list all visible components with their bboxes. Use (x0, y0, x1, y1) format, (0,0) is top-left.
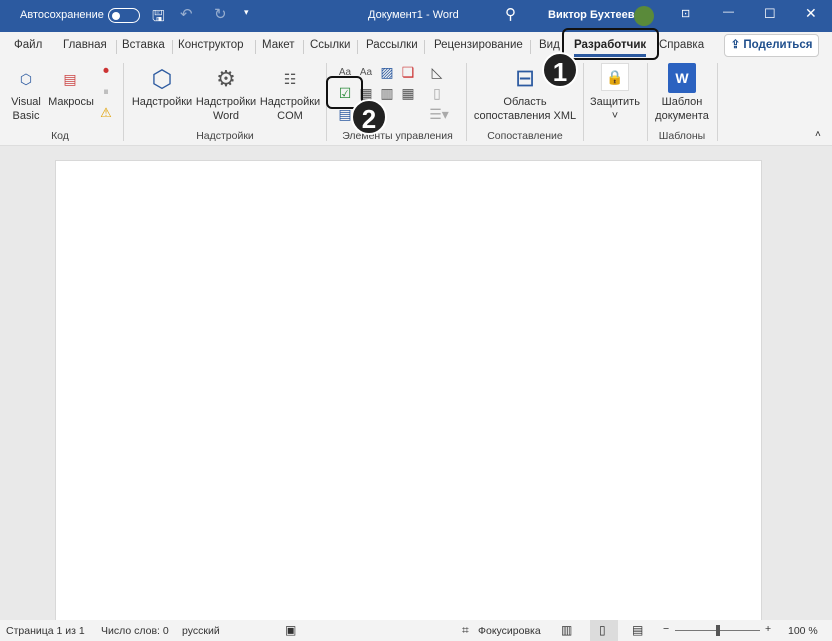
visual-basic-button[interactable]: Visual Basic (6, 95, 46, 123)
group-code-label: Код (51, 130, 69, 142)
ribbon: ⬡ Visual Basic ▤ Макросы ⏺ ⏸ ⚠ Код ⬡ Над… (0, 59, 832, 146)
tab-help[interactable]: Справка (659, 39, 704, 51)
print-layout-icon: ▯ (599, 623, 606, 637)
callout-number-1: 1 (542, 52, 578, 88)
zoom-out-icon[interactable]: − (663, 623, 669, 635)
share-icon: ⇪ (730, 39, 744, 51)
protect-label: Защитить (590, 96, 640, 108)
word-addins-icon: ⚙ (216, 66, 236, 91)
xml-mapping-icon: ⊟ (514, 64, 536, 92)
chevron-down-icon: ˅ (611, 110, 619, 122)
maximize-icon[interactable]: ☐ (764, 6, 776, 22)
tab-view[interactable]: Вид (539, 39, 560, 51)
macros-button[interactable]: Макросы (46, 95, 96, 109)
zoom-in-icon[interactable]: + (765, 623, 771, 635)
accessibility-icon[interactable]: ▣ (285, 623, 296, 637)
design-mode-icon[interactable]: ◺ (428, 64, 446, 80)
dropdown-list-control-icon[interactable]: ▥ (378, 85, 396, 101)
building-block-control-icon[interactable]: ❏ (399, 64, 417, 80)
status-bar: Страница 1 из 1 Число слов: 0 русский ▣ … (0, 620, 832, 641)
tab-insert[interactable]: Вставка (122, 39, 165, 51)
com-addins-button[interactable]: Надстройки COM (258, 95, 322, 123)
tab-file[interactable]: Файл (14, 39, 42, 51)
callout-number-2: 2 (351, 99, 387, 135)
protect-icon: 🔒 (601, 63, 629, 91)
customize-qat-icon[interactable]: ▾ (244, 7, 249, 18)
tab-review[interactable]: Рецензирование (434, 39, 523, 51)
group-controls-label: Элементы управления (342, 130, 453, 142)
date-picker-control-icon[interactable]: ▦ (399, 85, 417, 101)
group-templates-label: Шаблоны (658, 130, 706, 142)
protect-button[interactable]: Защитить ˅ (586, 95, 644, 123)
ribbon-display-icon[interactable]: ⊡ (681, 7, 690, 20)
undo-icon[interactable]: ↶ (180, 5, 193, 23)
visual-basic-icon: ⬡ (19, 70, 33, 87)
tab-home[interactable]: Главная (63, 39, 107, 51)
language[interactable]: русский (182, 625, 220, 637)
addins-icon: ⬡ (151, 65, 173, 93)
tab-mailings[interactable]: Рассылки (366, 39, 418, 51)
title-bar: Автосохранение 🖫 ↶ ↻ ▾ Документ1 - Word … (0, 0, 832, 32)
document-page[interactable] (55, 160, 762, 622)
record-macro-icon[interactable]: ⏺ (98, 63, 114, 79)
share-button[interactable]: ⇪ Поделиться (724, 34, 819, 57)
picture-control-icon[interactable]: ▨ (378, 64, 396, 80)
macro-security-icon[interactable]: ⚠ (98, 105, 114, 121)
page-count[interactable]: Страница 1 из 1 (6, 625, 85, 637)
macros-icon: ▤ (63, 70, 77, 87)
minimize-icon[interactable]: — (723, 6, 734, 18)
document-template-button[interactable]: Шаблон документа (650, 95, 714, 123)
redo-icon[interactable]: ↻ (214, 5, 227, 23)
group-addins-label: Надстройки (196, 130, 254, 142)
search-icon[interactable]: ⚲ (505, 5, 516, 23)
share-label: Поделиться (743, 39, 813, 51)
read-mode-icon[interactable]: ▥ (561, 623, 572, 637)
tab-design[interactable]: Конструктор (178, 39, 244, 51)
xml-mapping-pane-button[interactable]: Область сопоставления XML (470, 95, 580, 123)
addins-button[interactable]: Надстройки (130, 95, 194, 109)
word-template-icon: W (668, 63, 696, 93)
word-count[interactable]: Число слов: 0 (101, 625, 169, 637)
zoom-slider-thumb[interactable] (716, 625, 720, 636)
print-layout-button[interactable]: ▯ (590, 620, 618, 641)
web-layout-icon[interactable]: ▤ (632, 623, 643, 637)
callout-developer-tab (562, 28, 659, 60)
group-mapping-label: Сопоставление (487, 130, 563, 142)
tab-references[interactable]: Ссылки (310, 39, 351, 51)
document-title: Документ1 - Word (368, 9, 459, 21)
pause-recording-icon[interactable]: ⏸ (98, 84, 114, 100)
com-addins-icon: ☷ (283, 70, 297, 87)
focus-icon[interactable]: ⌗ (462, 623, 469, 638)
focus-button[interactable]: Фокусировка (478, 625, 541, 637)
ribbon-tabs: Файл Главная Вставка Конструктор Макет С… (0, 32, 832, 59)
close-icon[interactable]: ✕ (805, 5, 817, 22)
word-addins-button[interactable]: Надстройки Word (194, 95, 258, 123)
user-name[interactable]: Виктор Бухтеев (548, 9, 634, 21)
group-icon[interactable]: ☰▾ (428, 106, 450, 122)
properties-icon[interactable]: ▯ (428, 85, 446, 101)
autosave-toggle[interactable] (108, 8, 140, 23)
autosave-label: Автосохранение (20, 9, 104, 21)
save-icon[interactable]: 🖫 (152, 6, 165, 31)
collapse-ribbon-icon[interactable]: ˄ (815, 129, 821, 140)
tab-layout[interactable]: Макет (262, 39, 295, 51)
avatar[interactable] (634, 6, 654, 26)
zoom-level[interactable]: 100 % (788, 625, 818, 637)
